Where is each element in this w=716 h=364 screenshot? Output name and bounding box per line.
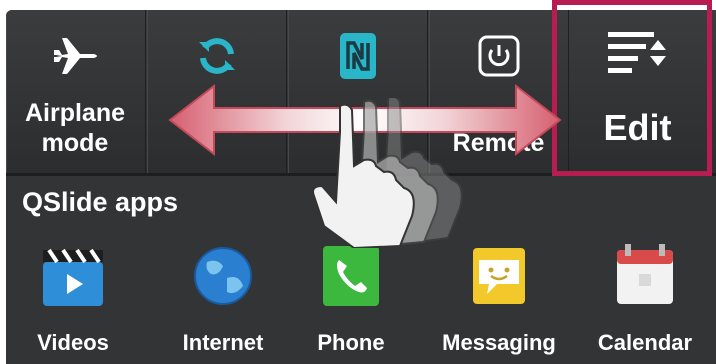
airplane-icon — [6, 28, 145, 84]
app-label: Calendar — [597, 330, 693, 355]
app-label: Messaging — [442, 330, 556, 355]
app-videos[interactable]: Videos — [8, 242, 138, 364]
phone-icon — [315, 242, 387, 310]
tile-label: Airplane mode — [24, 99, 126, 157]
app-messaging[interactable]: Messaging — [424, 242, 574, 364]
messaging-icon — [463, 242, 535, 310]
videos-icon — [37, 242, 109, 310]
qslide-title: QSlide apps — [22, 187, 179, 217]
app-label: Internet — [182, 330, 264, 355]
calendar-icon — [609, 242, 681, 310]
app-label: Phone — [317, 330, 385, 355]
app-phone[interactable]: Phone — [286, 242, 416, 364]
app-label: Videos — [37, 330, 109, 355]
app-calendar[interactable]: Calendar — [580, 242, 710, 364]
globe-icon — [187, 242, 259, 310]
swipe-hand-icon — [312, 98, 463, 248]
app-internet[interactable]: Internet — [158, 242, 288, 364]
airplane-mode-toggle[interactable]: Airplane mode — [6, 10, 146, 173]
edit-highlight-frame — [552, 0, 712, 176]
